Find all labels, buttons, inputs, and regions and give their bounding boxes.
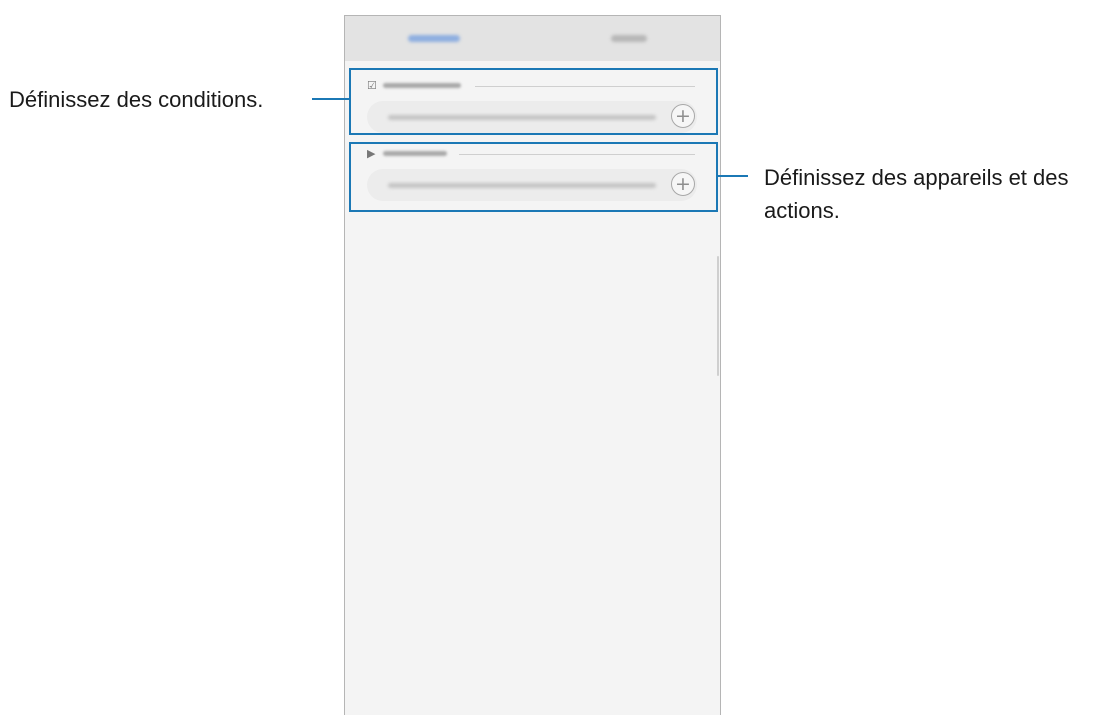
conditions-highlight-box [349, 68, 718, 135]
scrollbar[interactable] [717, 256, 719, 376]
actions-callout-text-line1: Définissez des appareils et des [764, 165, 1069, 190]
conditions-callout-line [312, 98, 349, 100]
tab-blurred-left[interactable] [408, 35, 460, 42]
actions-callout-text-line2: actions. [764, 198, 840, 223]
conditions-callout-text: Définissez des conditions. [9, 87, 264, 112]
tab-blurred-right[interactable] [611, 35, 647, 42]
actions-callout-line [718, 175, 748, 177]
actions-highlight-box [349, 142, 718, 212]
top-tab-bar [345, 16, 720, 61]
